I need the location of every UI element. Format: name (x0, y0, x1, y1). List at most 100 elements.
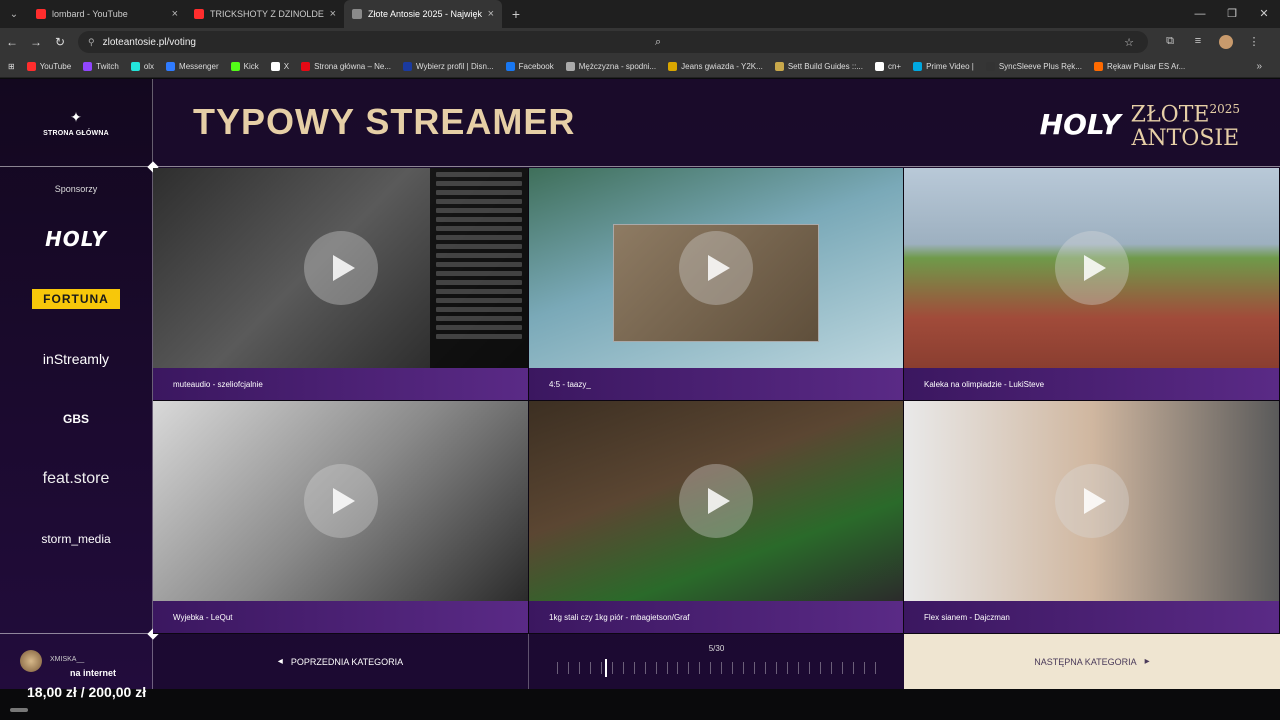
category-title: TYPOWY STREAMER (193, 101, 576, 142)
user-panel[interactable]: XMISKA__ (0, 633, 153, 689)
back-icon[interactable]: ← (0, 35, 24, 49)
progress-tick (644, 662, 646, 674)
progress-tick (819, 662, 821, 674)
bookmark-favicon (985, 62, 995, 71)
tab-title: TRICKSHOTY Z DZINOLDEMI - (210, 9, 324, 19)
sponsor-featstore[interactable]: feat.store (0, 449, 152, 509)
bookmark-favicon (1093, 62, 1103, 71)
sponsor-fortuna[interactable]: FORTUNA (0, 269, 152, 329)
browser-tab-1[interactable]: lombard - YouTube × (28, 0, 186, 28)
extensions-icon[interactable]: ⧉ (1156, 35, 1184, 49)
menu-icon[interactable]: ⋮ (1240, 35, 1268, 49)
play-button[interactable] (303, 464, 378, 538)
home-link[interactable]: ✦ STRONA GŁÓWNA (0, 79, 152, 167)
sponsor-gbs[interactable]: GBS (0, 389, 152, 449)
bookmark-favicon (166, 62, 176, 71)
new-tab-button[interactable]: + (502, 6, 530, 22)
forward-icon[interactable]: → (24, 35, 48, 49)
progress-tick (852, 662, 854, 674)
sponsor-holy[interactable]: HOLY (0, 209, 152, 269)
progress-tick (633, 662, 635, 674)
bookmark-item[interactable]: Strona główna – Ne... (301, 62, 391, 71)
bookmark-label: Twitch (96, 62, 119, 71)
bookmark-item[interactable]: Sett Build Guides ::... (774, 62, 863, 71)
donation-goal-title: na internet (70, 668, 117, 678)
video-caption: 4:5 - taazy_ (529, 368, 903, 400)
holy-logo: HOLY (45, 227, 107, 251)
browser-tab-3-active[interactable]: Złote Antosie 2025 - Największ × (344, 0, 502, 28)
play-button[interactable] (679, 464, 753, 538)
play-button[interactable] (679, 231, 753, 305)
bookmark-item[interactable]: Prime Video | (913, 62, 974, 71)
bookmark-item[interactable]: Jeans gwiazda - Y2K... (668, 62, 763, 71)
bookmark-label: Mężczyzna - spodni... (578, 62, 657, 71)
bookmark-favicon (403, 62, 413, 71)
tab-search-icon[interactable]: ⌄ (0, 0, 28, 28)
video-card[interactable]: Wyjebka - LeQut (153, 401, 529, 634)
bookmark-favicon (301, 62, 311, 71)
bookmark-item[interactable]: Wybierz profil | Disn... (403, 62, 494, 71)
video-card[interactable]: Kaleka na olimpiadzie - LukiSteve (904, 168, 1280, 401)
bookmark-item[interactable]: Rękaw Pulsar ES Ar... (1093, 62, 1186, 71)
brand-line-1: ZŁOTE (1130, 102, 1210, 128)
bookmark-favicon (505, 62, 515, 71)
bookmark-label: Facebook (518, 62, 554, 71)
next-category-button[interactable]: NASTĘPNA KATEGORIA ▸ (904, 634, 1280, 689)
category-header: TYPOWY STREAMER HOLY ZŁOTE2025 ANTOSIE (153, 79, 1280, 167)
url-field[interactable]: ⚲ zloteantosie.pl/voting ⌕ ☆ (78, 31, 1148, 53)
bookmark-item[interactable]: YouTube (26, 62, 71, 71)
play-button[interactable] (1054, 231, 1129, 305)
maximize-icon[interactable]: ❐ (1216, 0, 1248, 28)
play-button[interactable] (1054, 464, 1129, 538)
video-card[interactable]: muteaudio - szeliofcjalnie (153, 168, 529, 401)
sponsor-storm[interactable]: storm_media (0, 509, 152, 569)
minimize-icon[interactable]: — (1184, 0, 1216, 28)
featstore-logo: feat.store (42, 470, 110, 487)
bookmark-item[interactable]: Facebook (505, 62, 554, 71)
bookmark-item[interactable]: Kick (230, 62, 259, 71)
video-card[interactable]: 4:5 - taazy_ (529, 168, 904, 401)
bookmark-label: Rękaw Pulsar ES Ar... (1106, 62, 1186, 71)
play-button[interactable] (303, 231, 378, 305)
page: ✦ STRONA GŁÓWNA Sponsorzy HOLY FORTUNA i… (0, 79, 1280, 689)
donation-progress-bar (10, 708, 28, 712)
previous-category-button[interactable]: ◂ POPRZEDNIA KATEGORIA (153, 634, 529, 689)
browser-tab-bar: ⌄ lombard - YouTube × TRICKSHOTY Z DZINO… (0, 0, 1280, 28)
bookmark-item[interactable]: SyncSleeve Plus Ręk... (985, 62, 1082, 71)
bookmark-label: SyncSleeve Plus Ręk... (998, 62, 1082, 71)
site-info-icon[interactable]: ⚲ (88, 37, 95, 48)
bookmark-item[interactable]: Messenger (166, 62, 219, 71)
bookmark-label: Strona główna – Ne... (314, 62, 392, 71)
close-tab-icon[interactable]: × (488, 8, 494, 20)
more-bookmarks-icon[interactable]: » (1256, 61, 1262, 72)
browser-tab-2[interactable]: TRICKSHOTY Z DZINOLDEMI - × (186, 0, 344, 28)
close-tab-icon[interactable]: × (172, 8, 178, 20)
apps-icon[interactable]: ⊞ (8, 62, 15, 71)
sponsor-instreamly[interactable]: inStreamly (0, 329, 152, 389)
reload-icon[interactable]: ↻ (48, 35, 72, 49)
close-tab-icon[interactable]: × (330, 8, 336, 20)
profile-avatar[interactable] (1212, 35, 1240, 49)
video-card[interactable]: Flex sianem - Dajczman (904, 401, 1280, 634)
holy-wordmark: HOLY (1039, 107, 1121, 141)
close-window-icon[interactable]: ✕ (1248, 0, 1280, 28)
window-controls: — ❐ ✕ (1184, 0, 1280, 28)
media-icon[interactable]: ≡ (1184, 35, 1212, 49)
address-bar-row: ← → ↻ ⚲ zloteantosie.pl/voting ⌕ ☆ ⧉ ≡ ⋮ (0, 28, 1280, 56)
video-card[interactable]: 1kg stali czy 1kg piór - mbagietson/Graf (529, 401, 904, 634)
arrow-right-icon: ▸ (1144, 656, 1150, 667)
bookmark-item[interactable]: Twitch (83, 62, 119, 71)
bookmark-star-icon[interactable]: ☆ (1124, 36, 1134, 49)
bookmark-item[interactable]: X (270, 62, 289, 71)
storm-media-logo: storm_media (41, 532, 111, 546)
bookmark-item[interactable]: cn+ (874, 62, 901, 71)
zoom-icon[interactable]: ⌕ (655, 36, 661, 49)
donation-goal-amount: 18,00 zł / 200,00 zł (27, 684, 147, 700)
progress-tick (567, 662, 569, 674)
progress-tick (710, 662, 712, 674)
bookmark-favicon (83, 62, 93, 71)
bookmark-item[interactable]: olx (130, 62, 154, 71)
progress-tick (830, 662, 832, 674)
bookmark-item[interactable]: Mężczyzna - spodni... (565, 62, 657, 71)
progress-tick (808, 662, 810, 674)
